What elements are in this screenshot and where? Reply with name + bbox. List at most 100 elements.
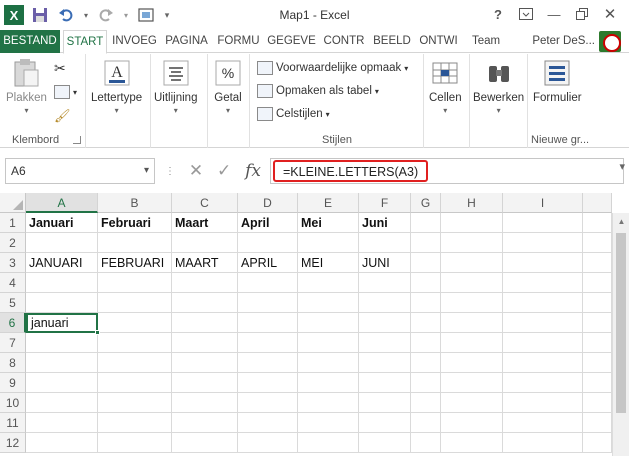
- insert-function-icon[interactable]: fx: [245, 161, 261, 181]
- cell-a6[interactable]: januari: [26, 313, 98, 333]
- row-header-7[interactable]: 7: [0, 333, 26, 353]
- row-header-4[interactable]: 4: [0, 273, 26, 293]
- editing-button[interactable]: Bewerken ▾: [473, 58, 524, 115]
- cell-j12[interactable]: [583, 433, 612, 453]
- cell-e3[interactable]: MEI: [298, 253, 359, 273]
- cell-i12[interactable]: [503, 433, 583, 453]
- cell-j8[interactable]: [583, 353, 612, 373]
- cell-f3[interactable]: JUNI: [359, 253, 411, 273]
- cell-a5[interactable]: [26, 293, 98, 313]
- select-all-button[interactable]: [0, 193, 26, 213]
- row-header-8[interactable]: 8: [0, 353, 26, 373]
- cell-a7[interactable]: [26, 333, 98, 353]
- cell-b6[interactable]: [98, 313, 172, 333]
- cell-i5[interactable]: [503, 293, 583, 313]
- cell-d7[interactable]: [238, 333, 298, 353]
- cell-g7[interactable]: [411, 333, 441, 353]
- cell-a8[interactable]: [26, 353, 98, 373]
- cell-i10[interactable]: [503, 393, 583, 413]
- cell-i2[interactable]: [503, 233, 583, 253]
- cell-g6[interactable]: [411, 313, 441, 333]
- cell-b12[interactable]: [98, 433, 172, 453]
- scroll-up-icon[interactable]: ▲: [613, 213, 629, 230]
- cell-g4[interactable]: [411, 273, 441, 293]
- cell-a11[interactable]: [26, 413, 98, 433]
- cell-j9[interactable]: [583, 373, 612, 393]
- name-box-dropdown-icon[interactable]: ▾: [144, 159, 149, 183]
- row-header-1[interactable]: 1: [0, 213, 26, 233]
- cell-e8[interactable]: [298, 353, 359, 373]
- column-header-a[interactable]: A: [26, 193, 98, 213]
- cell-d3[interactable]: APRIL: [238, 253, 298, 273]
- cell-c3[interactable]: MAART: [172, 253, 238, 273]
- enter-icon[interactable]: ✓: [217, 161, 231, 181]
- cell-c2[interactable]: [172, 233, 238, 253]
- cell-g10[interactable]: [411, 393, 441, 413]
- cell-i1[interactable]: [503, 213, 583, 233]
- tab-gegeve[interactable]: GEGEVE: [265, 30, 318, 53]
- cut-button[interactable]: ✂: [54, 58, 66, 78]
- cell-a10[interactable]: [26, 393, 98, 413]
- cell-area[interactable]: Januari Februari Maart April Mei Juni JANUARI F…: [26, 213, 629, 456]
- cell-h12[interactable]: [441, 433, 503, 453]
- cell-f2[interactable]: [359, 233, 411, 253]
- cell-g12[interactable]: [411, 433, 441, 453]
- cell-j1[interactable]: [583, 213, 612, 233]
- cell-b10[interactable]: [98, 393, 172, 413]
- cell-e7[interactable]: [298, 333, 359, 353]
- cell-b3[interactable]: FEBRUARI: [98, 253, 172, 273]
- cell-h9[interactable]: [441, 373, 503, 393]
- cell-d8[interactable]: [238, 353, 298, 373]
- cell-i11[interactable]: [503, 413, 583, 433]
- cell-a4[interactable]: [26, 273, 98, 293]
- paste-button[interactable]: Plakken ▾: [6, 58, 47, 115]
- cell-c4[interactable]: [172, 273, 238, 293]
- cell-b4[interactable]: [98, 273, 172, 293]
- close-icon[interactable]: ✕: [597, 4, 623, 24]
- cell-j7[interactable]: [583, 333, 612, 353]
- row-header-9[interactable]: 9: [0, 373, 26, 393]
- cell-e5[interactable]: [298, 293, 359, 313]
- cell-g2[interactable]: [411, 233, 441, 253]
- ribbon-display-icon[interactable]: [513, 4, 539, 24]
- cell-i3[interactable]: [503, 253, 583, 273]
- name-box[interactable]: A6 ▾: [5, 158, 155, 184]
- cell-b7[interactable]: [98, 333, 172, 353]
- cell-a3[interactable]: JANUARI: [26, 253, 98, 273]
- clipboard-launcher-icon[interactable]: [73, 136, 81, 144]
- cell-c12[interactable]: [172, 433, 238, 453]
- cell-f5[interactable]: [359, 293, 411, 313]
- cell-h2[interactable]: [441, 233, 503, 253]
- tab-team[interactable]: Team: [464, 30, 508, 53]
- vertical-scrollbar[interactable]: ▲: [612, 213, 629, 456]
- cell-g8[interactable]: [411, 353, 441, 373]
- cell-j3[interactable]: [583, 253, 612, 273]
- tab-invoeg[interactable]: INVOEG: [109, 30, 160, 53]
- cell-f9[interactable]: [359, 373, 411, 393]
- scrollbar-thumb[interactable]: [616, 233, 626, 413]
- cell-h1[interactable]: [441, 213, 503, 233]
- cell-a9[interactable]: [26, 373, 98, 393]
- cell-d2[interactable]: [238, 233, 298, 253]
- cell-i8[interactable]: [503, 353, 583, 373]
- cell-d12[interactable]: [238, 433, 298, 453]
- cell-e2[interactable]: [298, 233, 359, 253]
- cancel-icon[interactable]: ✕: [189, 161, 203, 181]
- cell-e1[interactable]: Mei: [298, 213, 359, 233]
- help-icon[interactable]: ?: [485, 4, 511, 24]
- cell-e9[interactable]: [298, 373, 359, 393]
- column-header-g[interactable]: G: [411, 193, 441, 213]
- alignment-button[interactable]: Uitlijning ▾: [154, 58, 197, 115]
- cell-h7[interactable]: [441, 333, 503, 353]
- format-painter-button[interactable]: 🖌: [54, 106, 71, 126]
- avatar[interactable]: [599, 31, 621, 52]
- cell-d4[interactable]: [238, 273, 298, 293]
- formula-bar-expand-icon[interactable]: ▾: [619, 160, 625, 173]
- cell-f4[interactable]: [359, 273, 411, 293]
- row-header-2[interactable]: 2: [0, 233, 26, 253]
- cell-e11[interactable]: [298, 413, 359, 433]
- cell-b1[interactable]: Februari: [98, 213, 172, 233]
- cell-a1[interactable]: Januari: [26, 213, 98, 233]
- tab-bestand[interactable]: BESTAND: [0, 30, 60, 53]
- cell-f10[interactable]: [359, 393, 411, 413]
